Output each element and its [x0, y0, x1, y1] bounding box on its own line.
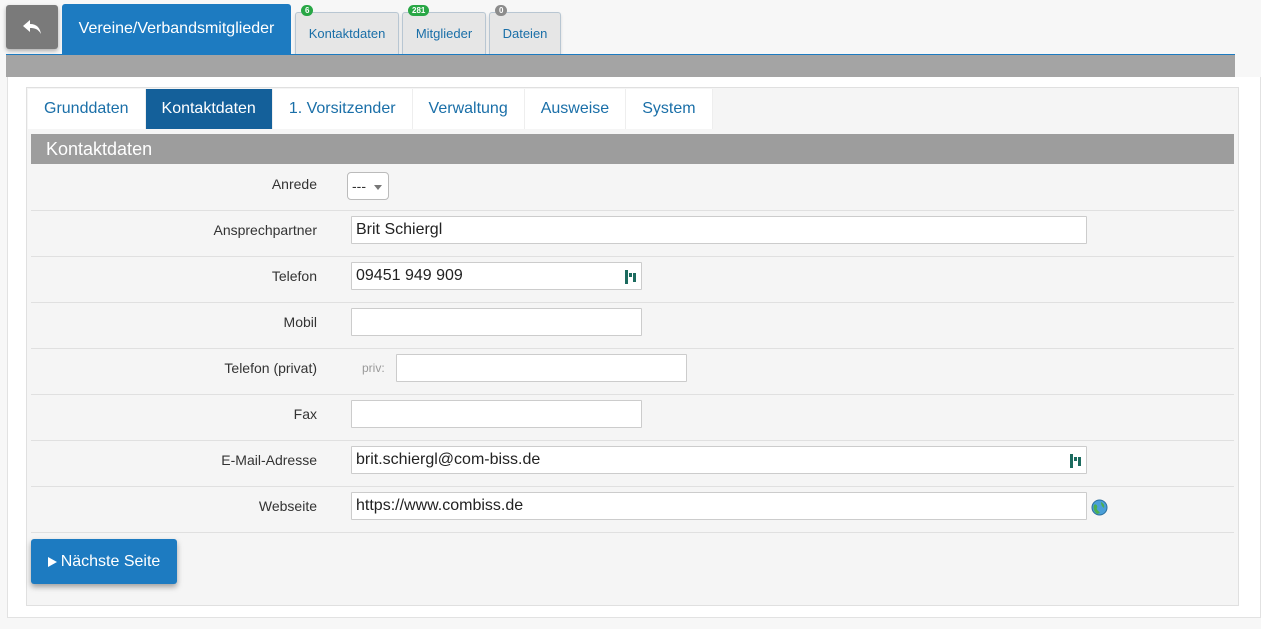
main-tab-label: Vereine/Verbandsmitglieder	[78, 20, 275, 37]
ansprechpartner-input[interactable]: Brit Schiergl	[351, 216, 1087, 244]
caret-down-icon	[374, 185, 382, 190]
form-row-mobil: Mobil	[31, 303, 1234, 349]
top-tab-kontaktdaten[interactable]: 6 Kontaktdaten	[295, 5, 399, 54]
fax-input[interactable]	[351, 400, 642, 428]
reply-arrow-icon	[23, 20, 41, 34]
subtab-ausweise[interactable]: Ausweise	[524, 89, 627, 129]
form-row-webseite: Webseite https://www.combiss.de	[31, 487, 1234, 533]
top-tab-label: Dateien	[502, 26, 548, 41]
tab-count-badge: 0	[495, 5, 508, 16]
form-row-ansprechpartner: Ansprechpartner Brit Schiergl	[31, 211, 1234, 257]
header-grey-bar	[6, 55, 1235, 77]
next-page-label: Nächste Seite	[60, 552, 161, 570]
email-label: E-Mail-Adresse	[221, 452, 317, 468]
play-icon	[47, 556, 57, 567]
email-value: brit.schiergl@com-biss.de	[356, 451, 541, 468]
anrede-select[interactable]: ---	[347, 172, 389, 200]
form-row-telefon: Telefon 09451 949 909	[31, 257, 1234, 303]
telefon-privat-input[interactable]	[396, 354, 687, 382]
telefon-input[interactable]: 09451 949 909	[351, 262, 642, 290]
top-tab-dateien[interactable]: 0 Dateien	[489, 5, 561, 54]
tab-count-badge: 6	[301, 5, 314, 16]
mail-action-icon[interactable]	[1070, 454, 1081, 468]
webseite-input[interactable]: https://www.combiss.de	[351, 492, 1087, 520]
webseite-value: https://www.combiss.de	[356, 497, 524, 514]
mobil-input[interactable]	[351, 308, 642, 336]
subtab-bar: Grunddaten Kontaktdaten 1. Vorsitzender …	[28, 89, 713, 129]
top-tab-mitglieder[interactable]: 281 Mitglieder	[402, 5, 486, 54]
ansprechpartner-label: Ansprechpartner	[213, 222, 317, 238]
anrede-selected-value: ---	[352, 178, 366, 194]
anrede-label: Anrede	[271, 176, 317, 192]
telefon-value: 09451 949 909	[356, 267, 463, 284]
top-tab-label: Kontaktdaten	[308, 26, 386, 41]
subtab-system[interactable]: System	[626, 89, 713, 129]
form-row-telefon-privat: Telefon (privat) priv:	[31, 349, 1234, 395]
telefon-privat-label: Telefon (privat)	[224, 360, 317, 376]
subtab-vorsitzender[interactable]: 1. Vorsitzender	[272, 89, 413, 129]
back-button[interactable]	[6, 5, 58, 49]
globe-icon[interactable]	[1091, 499, 1108, 516]
fax-label: Fax	[293, 406, 317, 422]
priv-prefix: priv:	[362, 361, 385, 375]
section-title: Kontaktdaten	[31, 134, 1234, 164]
dial-icon[interactable]	[625, 270, 636, 284]
form-row-email: E-Mail-Adresse brit.schiergl@com-biss.de	[31, 441, 1234, 487]
webseite-label: Webseite	[258, 498, 317, 514]
top-tab-label: Mitglieder	[415, 26, 473, 41]
form-row-anrede: Anrede ---	[31, 165, 1234, 211]
subtab-grunddaten[interactable]: Grunddaten	[28, 89, 146, 129]
ansprechpartner-value: Brit Schiergl	[356, 221, 443, 238]
subtab-verwaltung[interactable]: Verwaltung	[412, 89, 525, 129]
form-row-fax: Fax	[31, 395, 1234, 441]
main-tab-vereine[interactable]: Vereine/Verbandsmitglieder	[62, 4, 291, 54]
next-page-button[interactable]: Nächste Seite	[31, 539, 177, 584]
email-input[interactable]: brit.schiergl@com-biss.de	[351, 446, 1087, 474]
telefon-label: Telefon	[271, 268, 317, 284]
mobil-label: Mobil	[283, 314, 317, 330]
tab-count-badge: 281	[408, 5, 430, 16]
subtab-kontaktdaten[interactable]: Kontaktdaten	[145, 89, 273, 129]
